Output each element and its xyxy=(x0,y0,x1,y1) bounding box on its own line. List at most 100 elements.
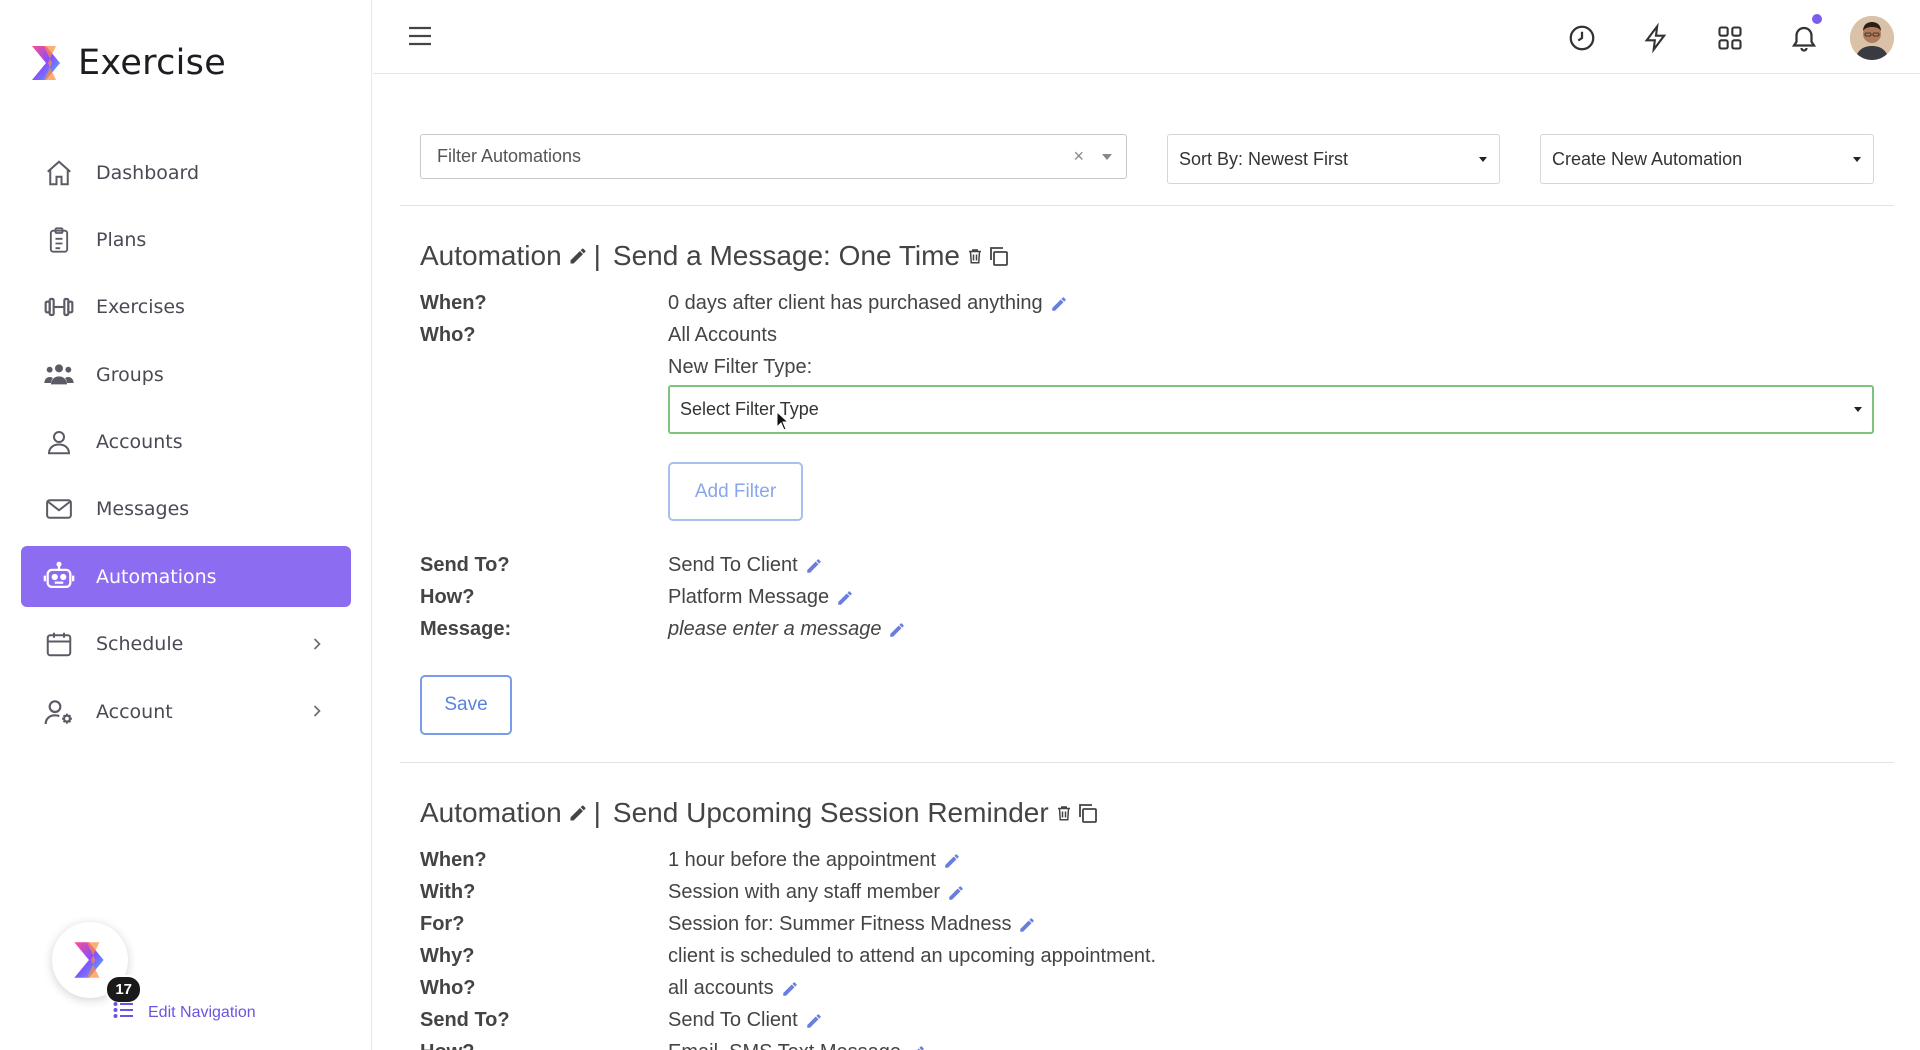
edit-pencil-icon[interactable] xyxy=(943,852,961,870)
for-row: For? Session for: Summer Fitness Madness xyxy=(420,913,1874,945)
why-row: Why? client is scheduled to attend an up… xyxy=(420,945,1874,977)
title-separator: | xyxy=(593,240,601,271)
sidebar-item-plans[interactable]: Plans xyxy=(21,209,351,270)
sidebar: Exercise Dashboard Plans Exercises Group… xyxy=(0,0,372,1050)
message-label: Message: xyxy=(420,618,512,640)
chevron-right-icon xyxy=(307,634,327,659)
when-value: 1 hour before the appointment xyxy=(668,849,961,872)
chevron-down-icon xyxy=(1854,407,1862,412)
sidebar-item-dashboard[interactable]: Dashboard xyxy=(21,142,351,203)
send-to-value-text: Send To Client xyxy=(668,1009,798,1031)
automation-title: Automation | Send a Message: One Time xyxy=(420,240,1874,272)
user-icon xyxy=(42,425,76,459)
user-gear-icon xyxy=(42,695,76,729)
new-filter-type-label: New Filter Type: xyxy=(668,356,813,378)
edit-pencil-icon[interactable] xyxy=(805,557,823,575)
sidebar-item-account[interactable]: Account xyxy=(21,681,351,742)
sidebar-item-label: Schedule xyxy=(96,633,184,656)
send-to-label: Send To? xyxy=(420,554,510,576)
launcher: 17 xyxy=(52,922,142,1004)
sidebar-item-label: Messages xyxy=(96,498,190,521)
filter-automations-placeholder: Filter Automations xyxy=(437,146,582,166)
filter-automations-input[interactable]: Filter Automations × xyxy=(420,134,1127,179)
send-to-row: Send To? Send To Client xyxy=(420,1009,1874,1041)
hamburger-menu-icon[interactable] xyxy=(407,24,433,53)
copy-icon[interactable] xyxy=(986,244,1010,268)
save-button[interactable]: Save xyxy=(420,675,512,735)
brand[interactable]: Exercise xyxy=(26,42,226,84)
clear-icon[interactable]: × xyxy=(1073,146,1084,167)
edit-pencil-icon[interactable] xyxy=(888,621,906,639)
grid-icon[interactable] xyxy=(1706,14,1754,62)
divider xyxy=(400,762,1894,763)
lightning-icon[interactable] xyxy=(1632,14,1680,62)
why-value: client is scheduled to attend an upcomin… xyxy=(668,945,1157,967)
who-label: Who? xyxy=(420,324,476,346)
for-value: Session for: Summer Fitness Madness xyxy=(668,913,1036,936)
why-label: Why? xyxy=(420,945,475,967)
sidebar-item-automations[interactable]: Automations xyxy=(21,546,351,608)
send-to-row: Send To? Send To Client xyxy=(420,554,1874,586)
message-value: please enter a message xyxy=(668,618,906,641)
for-value-text: Session for: Summer Fitness Madness xyxy=(668,913,1012,935)
how-value-text: Platform Message xyxy=(668,586,830,608)
trash-icon[interactable] xyxy=(1055,803,1073,823)
list-icon xyxy=(112,998,136,1027)
send-to-label: Send To? xyxy=(420,1009,510,1031)
edit-pencil-icon[interactable] xyxy=(568,803,588,823)
copy-icon[interactable] xyxy=(1075,801,1099,825)
who-row: Who? All Accounts xyxy=(420,324,1874,356)
automation-title-text: Send a Message: One Time xyxy=(612,240,960,271)
edit-pencil-icon[interactable] xyxy=(1050,295,1068,313)
add-filter-button[interactable]: Add Filter xyxy=(668,462,803,521)
trash-icon[interactable] xyxy=(966,246,984,266)
message-row: Message: please enter a message xyxy=(420,618,1874,650)
send-to-value-text: Send To Client xyxy=(668,554,798,576)
edit-pencil-icon[interactable] xyxy=(836,589,854,607)
how-value-text: Email, SMS Text Message xyxy=(668,1041,901,1050)
with-row: With? Session with any staff member xyxy=(420,881,1874,913)
edit-pencil-icon[interactable] xyxy=(781,980,799,998)
sidebar-item-schedule[interactable]: Schedule xyxy=(21,614,351,675)
how-row: How? Email, SMS Text Message xyxy=(420,1041,1874,1050)
sidebar-item-messages[interactable]: Messages xyxy=(21,479,351,540)
edit-pencil-icon[interactable] xyxy=(908,1044,926,1050)
automation-title-prefix: Automation xyxy=(420,240,562,271)
when-value-text: 1 hour before the appointment xyxy=(668,849,936,871)
brand-logo-icon xyxy=(32,46,60,80)
edit-navigation-link[interactable]: Edit Navigation xyxy=(112,998,256,1027)
edit-pencil-icon[interactable] xyxy=(947,884,965,902)
title-separator: | xyxy=(593,797,601,828)
chevron-down-icon xyxy=(1853,157,1861,162)
edit-pencil-icon[interactable] xyxy=(568,246,588,266)
sidebar-item-accounts[interactable]: Accounts xyxy=(21,412,351,473)
filter-type-select[interactable]: Select Filter Type xyxy=(668,385,1874,434)
notification-dot xyxy=(1812,14,1822,24)
automation-card: Automation | Send Upcoming Session Remin… xyxy=(420,797,1874,829)
when-value: 0 days after client has purchased anythi… xyxy=(668,292,1068,315)
avatar[interactable] xyxy=(1850,16,1894,60)
message-value-text: please enter a message xyxy=(668,618,882,640)
chevron-down-icon[interactable] xyxy=(1102,154,1112,160)
sidebar-item-groups[interactable]: Groups xyxy=(21,344,351,405)
how-value: Email, SMS Text Message xyxy=(668,1041,926,1050)
robot-icon xyxy=(42,560,76,594)
clock-icon[interactable] xyxy=(1558,14,1606,62)
create-new-automation-select[interactable]: Create New Automation xyxy=(1540,134,1874,184)
launcher-button[interactable]: 17 xyxy=(52,922,142,1004)
edit-pencil-icon[interactable] xyxy=(805,1012,823,1030)
calendar-icon xyxy=(42,627,76,661)
how-row: How? Platform Message xyxy=(420,586,1874,618)
edit-pencil-icon[interactable] xyxy=(1018,916,1036,934)
sort-by-select[interactable]: Sort By: Newest First xyxy=(1167,134,1500,184)
mail-icon xyxy=(42,492,76,526)
users-icon xyxy=(42,358,76,392)
who-value-text: all accounts xyxy=(668,977,774,999)
sidebar-item-exercises[interactable]: Exercises xyxy=(21,277,351,338)
brand-name: Exercise xyxy=(78,43,227,83)
bell-icon[interactable] xyxy=(1780,14,1828,62)
launcher-logo-icon xyxy=(74,942,104,978)
when-label: When? xyxy=(420,849,487,871)
with-label: With? xyxy=(420,881,476,903)
chevron-right-icon xyxy=(307,701,327,726)
